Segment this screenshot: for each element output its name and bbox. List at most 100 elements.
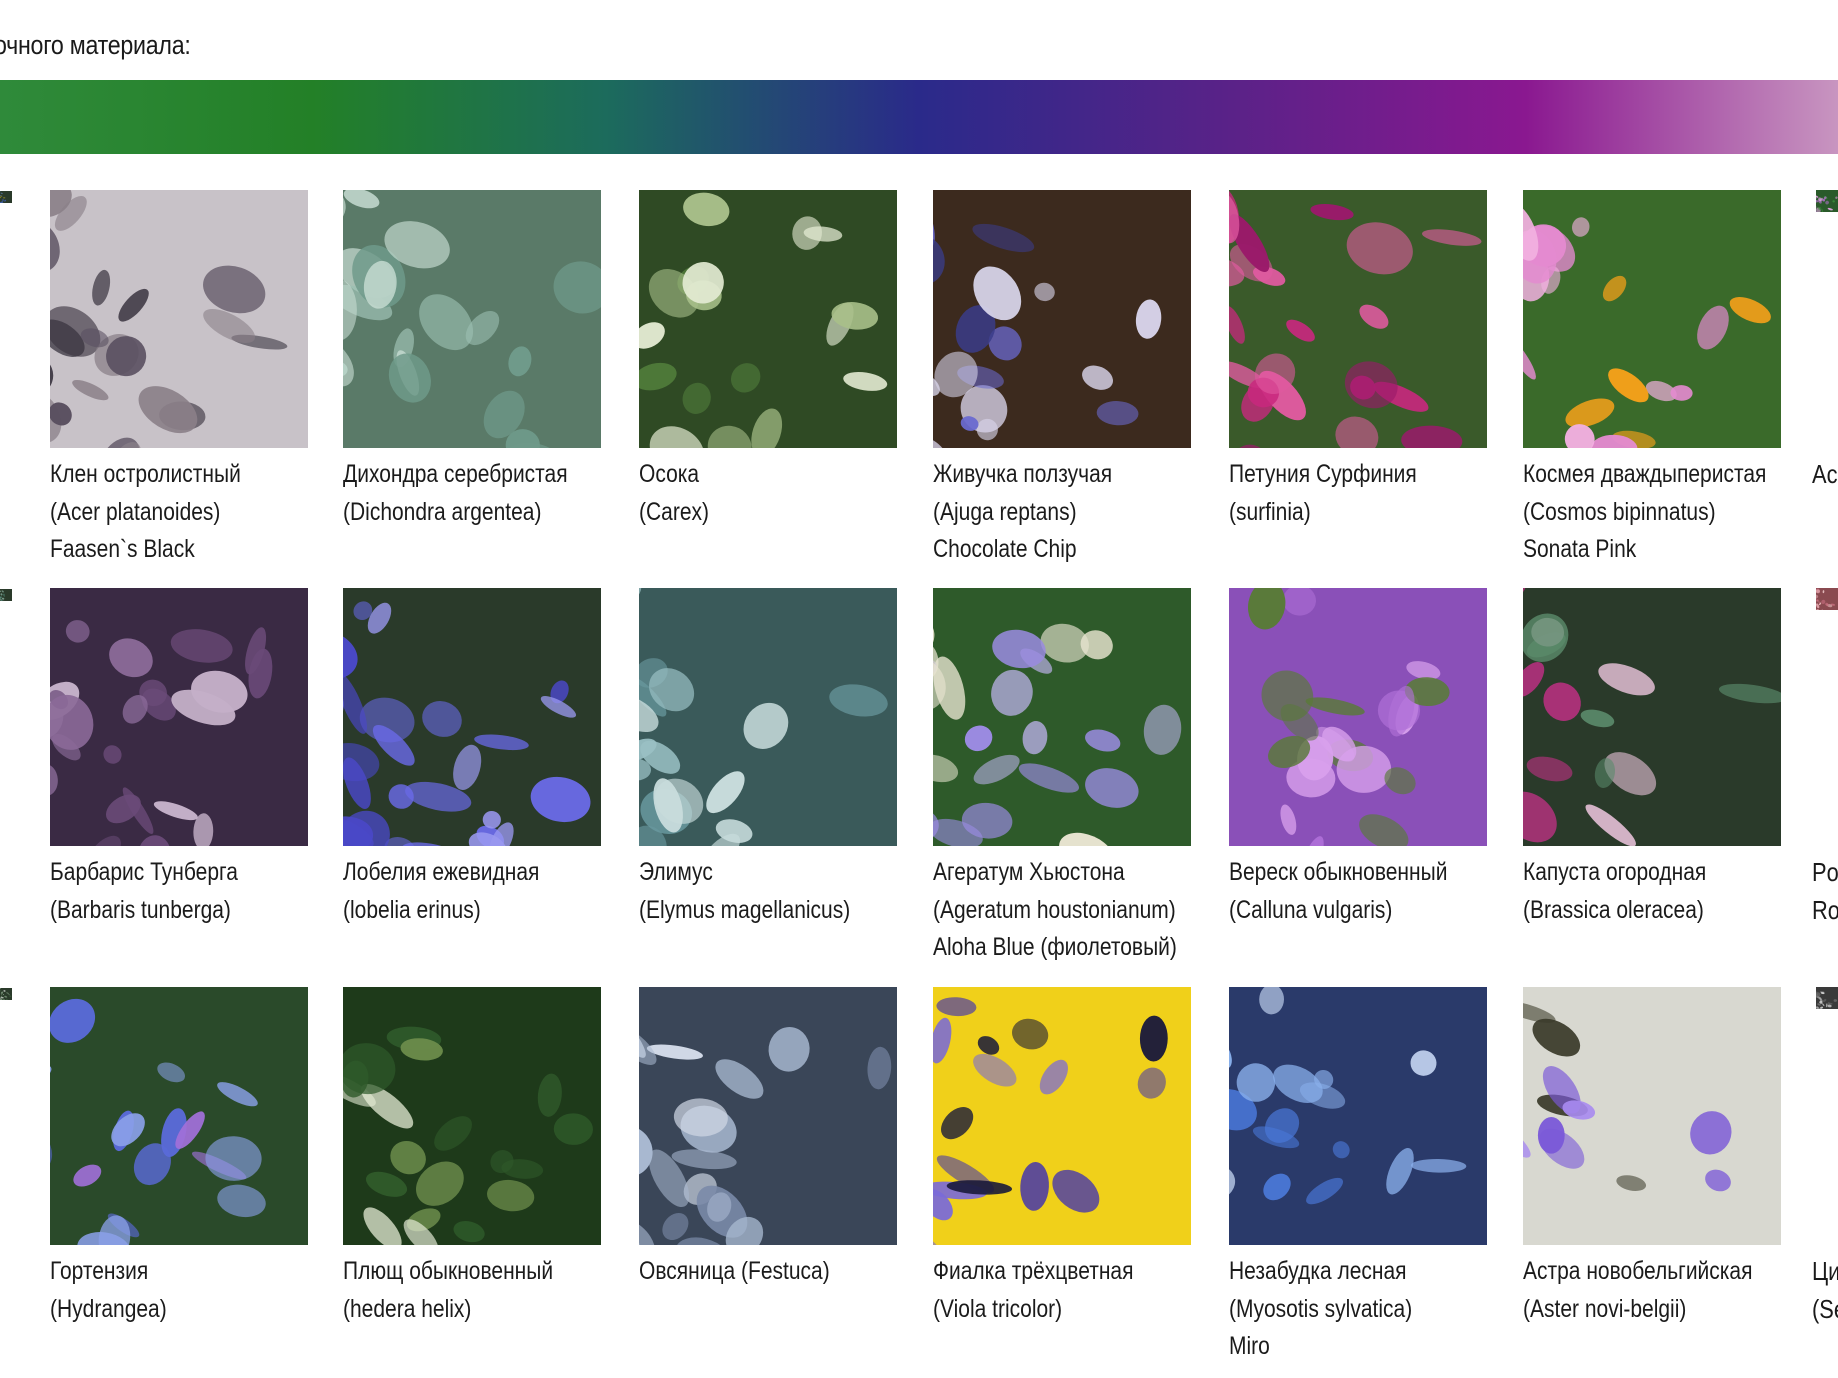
cropped-photo-left <box>0 190 12 448</box>
plant-photo <box>1229 987 1487 1245</box>
plant-caption-line2: (Acer platanoides) <box>50 497 221 526</box>
cropped-caption-right: Po Ro <box>1812 854 1838 929</box>
plant-caption: Агератум Хьюстона (Ageratum houstonianum)… <box>933 854 1210 967</box>
plant-caption-line2: (Viola tricolor) <box>933 1294 1063 1323</box>
cropped-photo-right <box>1816 588 1838 846</box>
plant-caption: Фиалка трёхцветная (Viola tricolor) <box>933 1253 1210 1328</box>
plant-caption: Капуста огородная (Brassica oleracea) <box>1523 854 1800 929</box>
plant-photo <box>1523 588 1781 846</box>
plant-photo <box>343 987 601 1245</box>
plant-caption-line2: (Barbaris tunberga) <box>50 895 231 924</box>
plant-caption-line1: Агератум Хьюстона <box>933 858 1125 886</box>
plant-caption-line1: Клен остролистный <box>50 460 241 488</box>
plant-caption-line2: (Brassica oleracea) <box>1523 895 1704 924</box>
plant-card: Астра новобельгийская (Aster novi-belgii) <box>1523 987 1781 1328</box>
plant-caption: Элимус (Elymus magellanicus) <box>639 854 916 929</box>
plant-caption-line3: Faasen`s Black <box>50 535 195 563</box>
plant-caption: Живучка ползучая (Ajuga reptans) Chocolate… <box>933 456 1210 569</box>
plant-caption: Незабудка лесная (Myosotis sylvatica) Miro <box>1229 1253 1506 1366</box>
plant-caption-line3: Sonata Pink <box>1523 535 1637 563</box>
plant-caption-line1: Живучка ползучая <box>933 460 1113 488</box>
plant-caption: Клен остролистный (Acer platanoides) Faase… <box>50 456 327 569</box>
cropped-photo-right <box>1816 987 1838 1245</box>
cropped-caption-line1: Ци <box>1812 1256 1838 1286</box>
plant-caption-line1: Элимус <box>639 858 713 886</box>
plant-caption-line1: Барбарис Тунберга <box>50 858 238 886</box>
plant-caption-line1: Космея дваждыперистая <box>1523 460 1767 488</box>
plant-photo <box>343 190 601 448</box>
plant-card: Агератум Хьюстона (Ageratum houstonianum)… <box>933 588 1191 967</box>
cropped-caption-line2: (Se <box>1812 1293 1838 1324</box>
plant-caption: Осока (Carex) <box>639 456 916 531</box>
cropped-caption-line1: Ac <box>1812 459 1838 489</box>
plant-caption: Барбарис Тунберга (Barbaris tunberga) <box>50 854 327 929</box>
plant-caption-line2: (Myosotis sylvatica) <box>1229 1294 1413 1323</box>
plant-card: Лобелия ежевидная (lobelia erinus) <box>343 588 601 929</box>
plant-caption-line1: Незабудка лесная <box>1229 1257 1407 1285</box>
plant-caption-line2: (Elymus magellanicus) <box>639 895 851 924</box>
plant-caption-line2: (Carex) <box>639 497 710 526</box>
plant-card: Петуния Сурфиния (surfinia) <box>1229 190 1487 531</box>
plant-card: Осока (Carex) <box>639 190 897 531</box>
cropped-caption-line2: Ro <box>1812 894 1838 925</box>
plant-photo <box>639 588 897 846</box>
plant-photo <box>933 987 1191 1245</box>
plant-photo <box>933 190 1191 448</box>
plant-card: Фиалка трёхцветная (Viola tricolor) <box>933 987 1191 1328</box>
plant-caption-line1: Петуния Сурфиния <box>1229 460 1417 488</box>
color-gradient-bar <box>0 80 1838 154</box>
plant-photo <box>50 588 308 846</box>
cropped-caption-right: Ac <box>1812 456 1838 494</box>
plant-caption-line1: Фиалка трёхцветная <box>933 1257 1134 1285</box>
plant-photo <box>639 987 897 1245</box>
plant-photo <box>50 190 308 448</box>
plant-card: Плющ обыкновенный (hedera helix) <box>343 987 601 1328</box>
plant-caption-line2: (hedera helix) <box>343 1294 472 1323</box>
plant-caption: Лобелия ежевидная (lobelia erinus) <box>343 854 620 929</box>
plant-card: Вереск обыкновенный (Calluna vulgaris) <box>1229 588 1487 929</box>
plant-card: Клен остролистный (Acer platanoides) Faase… <box>50 190 308 569</box>
cropped-caption-right: Ци (Se <box>1812 1253 1838 1328</box>
plant-caption-line2: (Dichondra argentea) <box>343 497 542 526</box>
plant-photo <box>933 588 1191 846</box>
plant-caption-line2: (Calluna vulgaris) <box>1229 895 1393 924</box>
cropped-photo-left <box>0 588 12 846</box>
plant-caption: Космея дваждыперистая (Cosmos bipinnatus)… <box>1523 456 1800 569</box>
plant-caption-line1: Дихондра серебристая <box>343 460 568 488</box>
plant-caption: Петуния Сурфиния (surfinia) <box>1229 456 1506 531</box>
plant-caption-line1: Лобелия ежевидная <box>343 858 540 886</box>
plant-card: Гортензия (Hydrangea) <box>50 987 308 1328</box>
plant-caption-line2: (surfinia) <box>1229 497 1311 526</box>
plant-caption-line2: (Cosmos bipinnatus) <box>1523 497 1716 526</box>
plant-card: Незабудка лесная (Myosotis sylvatica) Miro <box>1229 987 1487 1366</box>
plant-caption-line2: (Aster novi-belgii) <box>1523 1294 1687 1323</box>
plant-photo <box>1229 190 1487 448</box>
plant-photo <box>639 190 897 448</box>
plant-caption: Астра новобельгийская (Aster novi-belgii) <box>1523 1253 1800 1328</box>
cropped-caption-line1: Po <box>1812 857 1838 887</box>
plant-caption-line2: (Ajuga reptans) <box>933 497 1077 526</box>
plant-caption-line3: Miro <box>1229 1332 1270 1360</box>
plant-photo <box>1523 987 1781 1245</box>
plant-caption: Плющ обыкновенный (hedera helix) <box>343 1253 620 1328</box>
plant-caption-line1: Астра новобельгийская <box>1523 1257 1753 1285</box>
section-heading: очного материала: <box>0 30 191 60</box>
plant-photo <box>50 987 308 1245</box>
cropped-photo-left <box>0 987 12 1245</box>
plant-caption: Дихондра серебристая (Dichondra argentea) <box>343 456 620 531</box>
plant-caption-line1: Капуста огородная <box>1523 858 1707 886</box>
plant-caption-line2: (Ageratum houstonianum) <box>933 895 1176 924</box>
plant-caption: Овсяница (Festuca) <box>639 1253 916 1291</box>
plant-caption-line1: Вереск обыкновенный <box>1229 858 1448 886</box>
plant-card: Космея дваждыперистая (Cosmos bipinnatus)… <box>1523 190 1781 569</box>
plant-card: Дихондра серебристая (Dichondra argentea) <box>343 190 601 531</box>
plant-caption-line3: Chocolate Chip <box>933 535 1077 563</box>
cropped-photo-right <box>1816 190 1838 448</box>
plant-caption-line1: Овсяница (Festuca) <box>639 1257 830 1285</box>
plant-card: Капуста огородная (Brassica oleracea) <box>1523 588 1781 929</box>
plant-caption-line1: Осока <box>639 460 700 488</box>
plant-caption-line1: Гортензия <box>50 1257 149 1285</box>
plant-photo <box>1229 588 1487 846</box>
plant-caption-line2: (Hydrangea) <box>50 1294 167 1323</box>
plant-card: Овсяница (Festuca) <box>639 987 897 1291</box>
